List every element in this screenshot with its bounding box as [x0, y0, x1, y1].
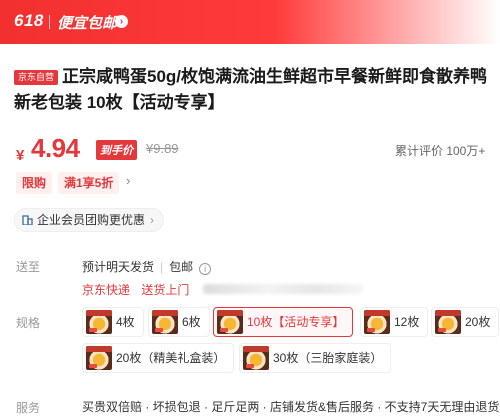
product-thumbnail: [86, 346, 112, 370]
courier-name: 京东快递: [82, 283, 131, 297]
service-terms[interactable]: 买贵双倍赔 · 坏损包退 · 足斤足两 · 店铺发货&售后服务 · 不支持7天无…: [82, 398, 499, 415]
info-icon[interactable]: i: [199, 263, 212, 275]
courier-info[interactable]: 京东快递 送货上门: [82, 281, 363, 298]
shipping-estimate: 预计明天发货: [82, 260, 155, 274]
promo-banner[interactable]: 618 便宜包邮 ›: [0, 0, 500, 44]
promo-divider: [49, 15, 50, 29]
chevron-right-icon: ›: [150, 213, 155, 227]
chevron-right-icon[interactable]: ›: [115, 15, 128, 28]
chevron-right-icon[interactable]: ›: [126, 173, 130, 188]
delivery-label: 送至: [16, 260, 41, 274]
promo-label: 便宜包邮: [57, 15, 118, 32]
product-thumbnail: [86, 310, 112, 334]
spec-option-30-family[interactable]: 30枚（三胎家庭装）: [239, 343, 392, 373]
promo-event-logo: 618: [14, 11, 44, 30]
original-price: ¥9.89: [146, 141, 179, 156]
discount-chip[interactable]: 满1享5折: [58, 172, 120, 194]
spec-option-12[interactable]: 12枚: [360, 307, 429, 337]
spec-option-20-giftbox[interactable]: 20枚（精美礼盒装）: [82, 343, 235, 373]
price-currency: ¥: [16, 147, 25, 164]
product-title-text: 正宗咸鸭蛋50g/枚饱满流油生鲜超市早餐新鲜即食散养鸭新老包装 10枚【活动专享…: [14, 67, 488, 112]
enterprise-label: 企业会员团购更优惠: [37, 213, 146, 227]
current-price: 4.94: [31, 133, 80, 163]
pickup-method: 送货上门: [141, 283, 190, 297]
divider: |: [160, 260, 164, 274]
product-title: 京东自营 正宗咸鸭蛋50g/枚饱满流油生鲜超市早餐新鲜即食散养鸭新老包装 10枚【…: [14, 64, 494, 116]
product-thumbnail: [435, 310, 461, 334]
building-icon: [22, 215, 33, 225]
shipping-info: 预计明天发货 | 包邮 i: [82, 258, 212, 275]
self-operated-badge: 京东自营: [14, 70, 59, 85]
spec-option-20[interactable]: 20枚: [431, 307, 500, 337]
spec-option-4[interactable]: 4枚: [82, 307, 144, 337]
spec-option-6[interactable]: 6枚: [148, 307, 210, 337]
review-count[interactable]: 累计评价 100万+: [395, 142, 485, 159]
final-price-badge: 到手价: [96, 140, 137, 160]
product-thumbnail: [243, 346, 269, 370]
spec-option-10-selected[interactable]: 10枚【活动专享】: [213, 307, 354, 337]
product-thumbnail: [217, 310, 243, 334]
product-thumbnail: [152, 310, 178, 334]
service-label: 服务: [16, 401, 41, 415]
purchase-limit-chip[interactable]: 限购: [16, 172, 53, 194]
free-shipping: 包邮: [169, 260, 194, 274]
spec-label: 规格: [16, 316, 41, 330]
address-redacted: [202, 284, 363, 294]
enterprise-group-buy-button[interactable]: 企业会员团购更优惠 ›: [14, 208, 165, 232]
product-thumbnail: [364, 310, 390, 334]
